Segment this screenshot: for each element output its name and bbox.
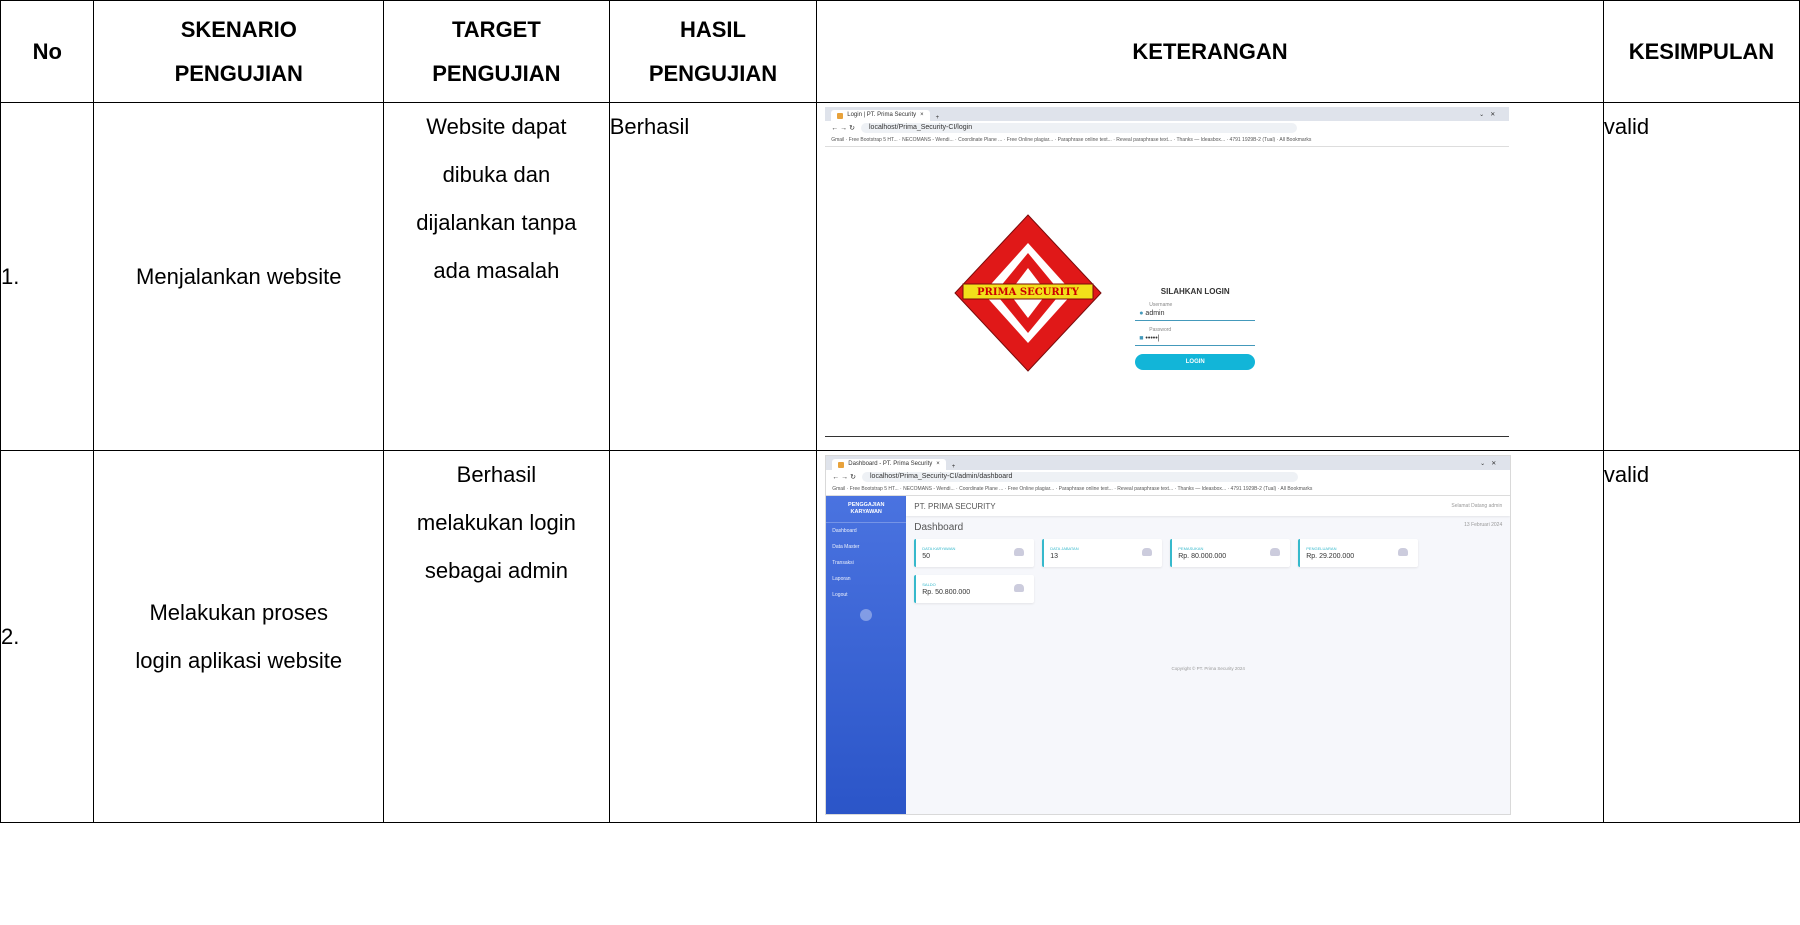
dashboard-main: PT. PRIMA SECURITY Selamat Datang admin … — [906, 496, 1511, 814]
login-button: LOGIN — [1135, 354, 1256, 370]
bookmarks-bar: Gmail · Free Bootstrap 5 HT... · NECOMAN… — [826, 484, 1511, 496]
dashboard-heading: Dashboard — [914, 522, 964, 533]
header-target: TARGET PENGUJIAN — [383, 0, 610, 103]
dashboard-date: 13 Februari 2024 — [1464, 522, 1503, 528]
sidebar-item-logout: Logout — [832, 592, 848, 598]
login-screenshot: Login | PT. Prima Security × + ⌄✕ ← → ↻ l… — [825, 107, 1510, 437]
favicon-icon — [838, 461, 845, 468]
url-field: localhost/Prima_Security-CI/login — [861, 123, 1297, 133]
header-keterangan: KETERANGAN — [816, 0, 1604, 103]
row-hasil — [608, 450, 818, 823]
row-keterangan: Dashboard - PT. Prima Security × + ⌄✕ ← →… — [816, 450, 1604, 823]
sidebar-item-data-master: Data Master — [832, 544, 860, 550]
divider-line — [825, 436, 1510, 437]
row-keterangan: Login | PT. Prima Security × + ⌄✕ ← → ↻ l… — [816, 102, 1604, 451]
sidebar-item-laporan: Laporan — [832, 576, 851, 582]
prima-security-logo: PRIMA SECURITY — [954, 214, 1102, 372]
close-icon: × — [920, 112, 924, 118]
dashboard-footer: Copyright © PT. Prima Security 2024 — [1171, 666, 1245, 671]
user-icon — [1398, 548, 1409, 556]
browser-tab: Login | PT. Prima Security × — [831, 110, 930, 121]
stat-card: PENGELUARAN Rp. 29.200.000 — [1298, 539, 1419, 567]
window-controls: ⌄✕ — [1479, 112, 1502, 118]
bookmarks-bar: Gmail · Free Bootstrap 5 HT... · NECOMAN… — [825, 135, 1510, 147]
new-tab-icon: + — [951, 464, 956, 470]
sidebar-item-dashboard: Dashboard — [832, 528, 857, 534]
header-hasil: HASIL PENGUJIAN — [608, 0, 818, 103]
url-field: localhost/Prima_Security-CI/admin/dashbo… — [862, 472, 1298, 482]
password-field: ■ •••••| — [1135, 333, 1256, 346]
row-skenario: Melakukan proses login aplikasi website — [93, 450, 385, 823]
window-controls: ⌄✕ — [1480, 461, 1503, 467]
user-icon — [1014, 584, 1025, 592]
username-field: ● admin — [1135, 308, 1256, 321]
user-icon: ● — [1139, 310, 1144, 317]
row-hasil: Berhasil — [608, 102, 818, 451]
stat-card: DATA JABATAN 13 — [1042, 539, 1163, 567]
row-no: 1. — [0, 102, 95, 451]
browser-addressbar: ← → ↻ localhost/Prima_Security-CI/login — [825, 121, 1510, 135]
stat-card: PEMASUKAN Rp. 80.000.000 — [1170, 539, 1291, 567]
favicon-icon — [837, 112, 844, 119]
dashboard-app-title: PT. PRIMA SECURITY — [914, 501, 996, 511]
login-page: PRIMA SECURITY SILAHKAN LOGIN Username ●… — [825, 147, 1510, 437]
dashboard-topbar: PT. PRIMA SECURITY Selamat Datang admin — [906, 496, 1511, 516]
table-row: 2. Melakukan proses login aplikasi websit… — [0, 450, 1800, 823]
stat-cards: DATA KARYAWAN 50 DATA JABATAN 13 PEMASUKAN… — [906, 539, 1510, 603]
row-target: Website dapat dibuka dan dijalankan tanpa a… — [383, 102, 610, 451]
sidebar-brand: PENGGAJIAN KARYAWAN — [826, 496, 907, 523]
dashboard-sidebar: PENGGAJIAN KARYAWAN Dashboard Data Master… — [826, 496, 907, 814]
svg-text:PRIMA SECURITY: PRIMA SECURITY — [977, 287, 1080, 298]
login-form: SILAHKAN LOGIN Username ● admin Password… — [1135, 287, 1256, 370]
sidebar-item-transaksi: Transaksi — [832, 560, 854, 566]
dashboard-heading-row: Dashboard 13 Februari 2024 — [906, 516, 1510, 539]
sidebar-toggle-icon — [860, 609, 873, 621]
table-row: 1. Menjalankan website Website dapat dibu… — [0, 102, 1800, 451]
stat-card: SALDO Rp. 50.800.000 — [914, 575, 1035, 603]
login-title: SILAHKAN LOGIN — [1160, 287, 1230, 296]
row-kesimpulan: valid — [1602, 450, 1800, 823]
dashboard-user: Selamat Datang admin — [1451, 503, 1503, 509]
browser-tabbar: Dashboard - PT. Prima Security × + ⌄✕ — [826, 456, 1511, 470]
browser-tabbar: Login | PT. Prima Security × + ⌄✕ — [825, 107, 1510, 121]
browser-tab: Dashboard - PT. Prima Security × — [832, 459, 946, 470]
new-tab-icon: + — [935, 115, 940, 121]
users-icon — [1014, 548, 1025, 556]
row-no: 2. — [0, 450, 95, 823]
header-skenario: SKENARIO PENGUJIAN — [93, 0, 385, 103]
row-skenario: Menjalankan website — [93, 102, 385, 451]
user-icon — [1270, 548, 1281, 556]
stat-card: DATA KARYAWAN 50 — [914, 539, 1035, 567]
row-kesimpulan: valid — [1602, 102, 1800, 451]
nav-arrows-icon: ← → ↻ — [832, 474, 856, 481]
row-target: Berhasil melakukan login sebagai admin — [383, 450, 610, 823]
browser-addressbar: ← → ↻ localhost/Prima_Security-CI/admin/… — [826, 470, 1511, 484]
header-kesimpulan: KESIMPULAN — [1602, 0, 1800, 103]
header-row: No SKENARIO PENGUJIAN TARGET PENGUJIAN HAS… — [0, 0, 1800, 103]
dashboard-page: PENGGAJIAN KARYAWAN Dashboard Data Master… — [826, 496, 1511, 814]
close-icon: × — [936, 461, 940, 467]
user-icon — [1142, 548, 1153, 556]
nav-arrows-icon: ← → ↻ — [831, 125, 855, 132]
test-table: No SKENARIO PENGUJIAN TARGET PENGUJIAN HAS… — [0, 0, 1800, 823]
header-no: No — [0, 0, 95, 103]
dashboard-screenshot: Dashboard - PT. Prima Security × + ⌄✕ ← →… — [825, 455, 1512, 815]
lock-icon: ■ — [1139, 335, 1144, 342]
